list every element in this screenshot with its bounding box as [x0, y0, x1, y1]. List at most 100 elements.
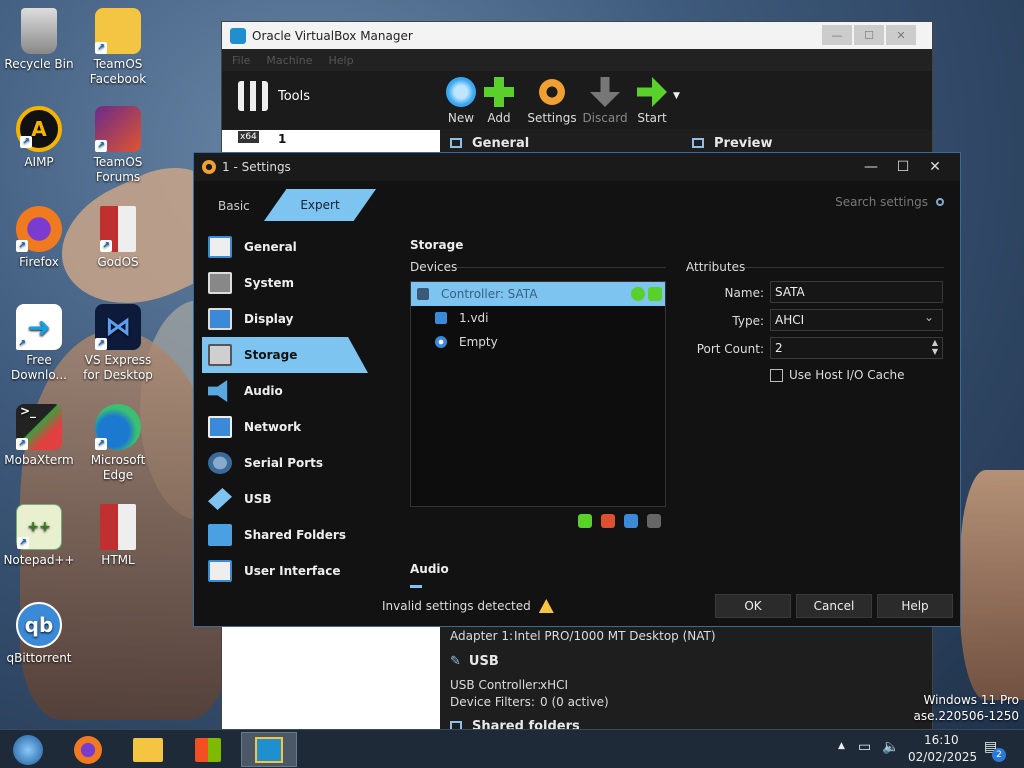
nav-item-serial-ports[interactable]: Serial Ports	[202, 445, 370, 481]
remove-controller-icon[interactable]	[601, 514, 615, 528]
tab-expert[interactable]: Expert	[264, 189, 376, 221]
nav-item-display[interactable]: Display	[202, 301, 370, 337]
taskbar-virtualbox[interactable]	[241, 732, 297, 767]
firefox-icon	[74, 735, 102, 764]
nav-item-shared-folders[interactable]: Shared Folders	[202, 517, 370, 553]
windows-watermark-line1: Windows 11 Pro	[923, 693, 1019, 707]
desktop-icon-teamos-forums[interactable]: ↗ TeamOS Forums	[80, 106, 156, 185]
settings-button[interactable]: Settings	[527, 77, 577, 125]
network-status-icon[interactable]: ▭	[858, 739, 871, 755]
folder-shortcut-icon: ↗	[95, 8, 141, 54]
nav-item-usb[interactable]: USB	[202, 481, 370, 517]
clock-date[interactable]: 02/02/2025	[908, 750, 977, 764]
cancel-button[interactable]: Cancel	[796, 594, 872, 618]
tree-item-disk[interactable]: 1.vdi	[411, 306, 665, 330]
minimize-icon[interactable]: —	[858, 157, 884, 177]
preview-section-header[interactable]: Preview	[692, 136, 773, 151]
stepper-arrows-icon[interactable]: ▲ ▼	[932, 338, 938, 356]
add-controller-icon[interactable]	[578, 514, 592, 528]
desktop-icon-firefox[interactable]: ↗ Firefox	[1, 206, 77, 270]
add-attachment-icon[interactable]	[624, 514, 638, 528]
discard-button[interactable]: Discard	[580, 77, 630, 125]
nav-item-storage[interactable]: Storage	[202, 337, 368, 373]
general-section-header[interactable]: General	[450, 136, 529, 151]
html-file-icon	[100, 504, 136, 550]
nav-item-general[interactable]: General	[202, 229, 370, 265]
desktop-icon-vs-express[interactable]: ⋈ ↗ VS Express for Desktop	[80, 304, 156, 383]
vm-list-item[interactable]: x64 1	[222, 130, 440, 150]
vbox-window-controls: — ☐ ✕	[822, 25, 916, 45]
audio-section-title: Audio	[410, 562, 449, 576]
wallpaper-figure-right	[960, 470, 1024, 700]
menu-file[interactable]: File	[232, 54, 250, 67]
port-count-stepper[interactable]: 2 ▲ ▼	[770, 337, 943, 359]
section-title: Storage	[410, 238, 464, 252]
start-orb-button[interactable]	[0, 732, 56, 767]
nav-item-user-interface[interactable]: User Interface	[202, 553, 370, 589]
nav-item-audio[interactable]: Audio	[202, 373, 370, 409]
tree-item-controller[interactable]: Controller: SATA	[411, 282, 665, 306]
tray-overflow-icon[interactable]: ▲	[838, 741, 845, 751]
vm-name: 1	[278, 132, 287, 146]
settings-window-controls: — ☐ ✕	[858, 157, 948, 177]
help-button[interactable]: Help	[877, 594, 953, 618]
start-dropdown-icon[interactable]: ▼	[673, 91, 680, 101]
add-button[interactable]: Add	[474, 77, 524, 125]
menu-machine[interactable]: Machine	[266, 54, 312, 67]
storage-devices-tree[interactable]: Controller: SATA 1.vdi Empty	[410, 281, 666, 507]
clock-time[interactable]: 16:10	[924, 733, 959, 747]
minimize-icon[interactable]: —	[822, 25, 852, 45]
desktop-icon-notepadpp[interactable]: ++ ↗ Notepad++	[1, 504, 77, 568]
volume-icon[interactable]: 🔈	[882, 739, 899, 755]
tools-icon	[238, 81, 268, 111]
taskbar-file-explorer[interactable]	[120, 732, 176, 767]
desktop-icon-recycle-bin[interactable]: Recycle Bin	[1, 8, 77, 72]
desktop-icon-free-download[interactable]: ➜ ↗ Free Downlo...	[1, 304, 77, 383]
maximize-icon[interactable]: ☐	[890, 157, 916, 177]
port-count-label: Port Count:	[696, 342, 764, 356]
preview-icon	[692, 138, 704, 148]
type-select[interactable]: AHCI	[770, 309, 943, 331]
mobaxterm-icon: >_ ↗	[16, 404, 62, 450]
device-filters-value: 0 (0 active)	[540, 695, 609, 709]
tools-button[interactable]: Tools	[238, 81, 310, 111]
adapter-value: Intel PRO/1000 MT Desktop (NAT)	[514, 629, 716, 643]
taskbar: ▲ ▭ 🔈 16:10 02/02/2025 ▤ 2	[0, 729, 1024, 768]
name-field[interactable]	[770, 281, 943, 303]
devices-separator	[456, 267, 666, 268]
desktop-icon-godos[interactable]: ↗ GodOS	[80, 206, 156, 270]
remove-attachment-icon[interactable]	[647, 514, 661, 528]
nav-item-system[interactable]: System	[202, 265, 370, 301]
desktop-icon-teamos-facebook[interactable]: ↗ TeamOS Facebook	[80, 8, 156, 87]
notepadpp-icon: ++ ↗	[16, 504, 62, 550]
adapter-label: Adapter 1:	[450, 629, 514, 643]
warning-icon[interactable]	[538, 599, 554, 613]
desktop-icon-edge[interactable]: ↗ Microsoft Edge	[80, 404, 156, 483]
tree-item-optical[interactable]: Empty	[411, 330, 665, 354]
desktop-icon-aimp[interactable]: A ↗ AIMP	[1, 106, 77, 170]
desktop-icon-qbittorrent[interactable]: qb qBittorrent	[1, 602, 77, 666]
tab-basic[interactable]: Basic	[218, 199, 250, 213]
use-host-io-cache-checkbox[interactable]: Use Host I/O Cache	[770, 368, 905, 382]
display-icon	[208, 308, 232, 330]
vbox-window-title: Oracle VirtualBox Manager	[252, 28, 413, 43]
taskbar-store[interactable]	[180, 732, 236, 767]
close-icon[interactable]: ✕	[922, 157, 948, 177]
desktop-icon-mobaxterm[interactable]: >_ ↗ MobaXterm	[1, 404, 77, 468]
add-optical-drive-icon[interactable]	[631, 287, 645, 301]
nav-item-network[interactable]: Network	[202, 409, 370, 445]
ok-button[interactable]: OK	[715, 594, 791, 618]
close-icon[interactable]: ✕	[886, 25, 916, 45]
taskbar-firefox[interactable]	[60, 732, 116, 767]
add-hard-disk-icon[interactable]	[648, 287, 662, 301]
start-button[interactable]: Start	[627, 77, 677, 125]
search-settings[interactable]: Search settings	[835, 195, 944, 209]
usb-section-header[interactable]: ✎ USB	[450, 654, 499, 669]
firefox-icon: ↗	[16, 206, 62, 252]
maximize-icon[interactable]: ☐	[854, 25, 884, 45]
desktop-icon-html[interactable]: HTML	[80, 504, 156, 568]
checkbox-box[interactable]	[770, 368, 783, 382]
menu-help[interactable]: Help	[328, 54, 353, 67]
invalid-settings-notice[interactable]: Invalid settings detected	[382, 599, 554, 613]
store-icon	[195, 737, 221, 762]
